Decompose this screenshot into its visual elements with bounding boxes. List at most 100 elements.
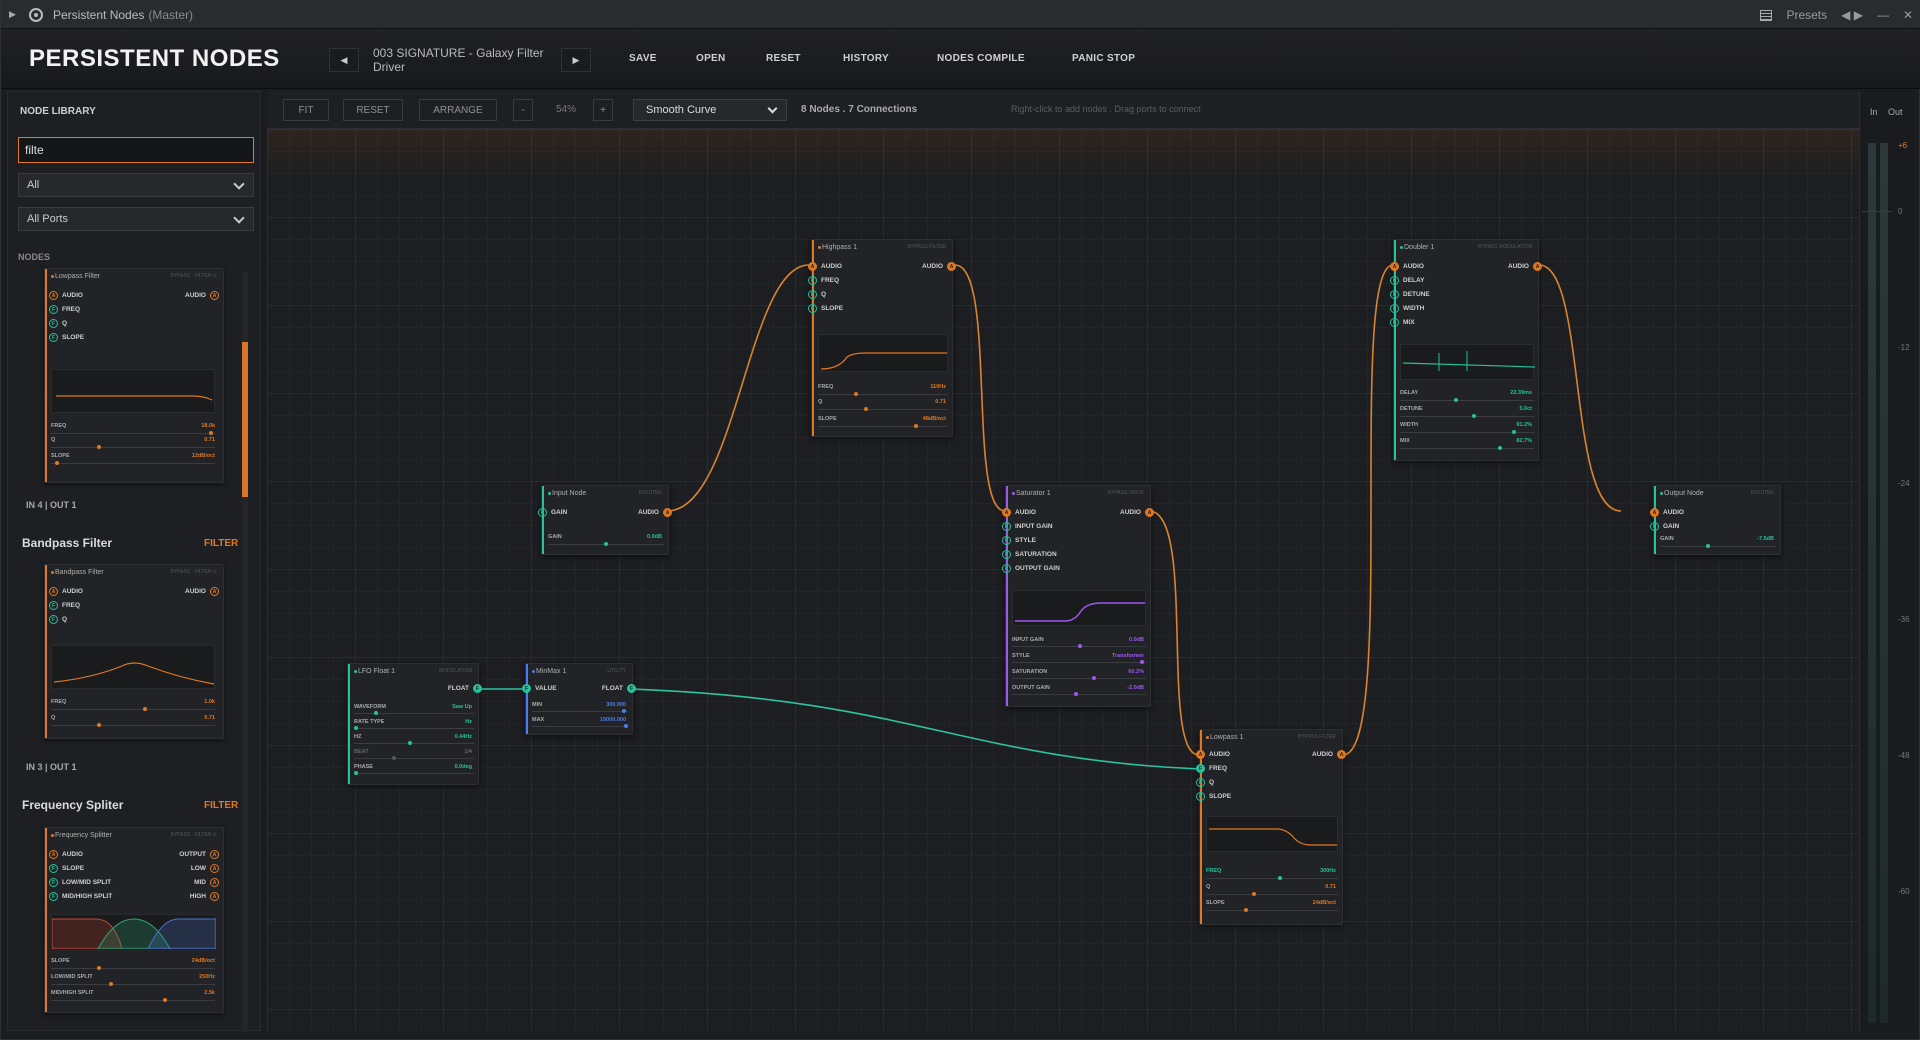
slider-knob[interactable] (1472, 414, 1476, 418)
slider[interactable] (354, 711, 474, 715)
port-float-out[interactable]: FLOAT F (448, 684, 482, 693)
port-slope[interactable]: F SLOPE (49, 864, 84, 873)
ports-dropdown[interactable]: All Ports (18, 207, 254, 231)
float-port-icon[interactable]: F (49, 892, 58, 901)
slider[interactable] (1400, 430, 1534, 434)
audio-port-icon[interactable]: A (1196, 750, 1205, 759)
float-port-icon[interactable]: F (49, 615, 58, 624)
slider-knob[interactable] (622, 709, 626, 713)
port-freq[interactable]: F FREQ (49, 601, 80, 610)
audio-port-icon[interactable]: A (1002, 508, 1011, 517)
reset-view-button[interactable]: RESET (343, 99, 403, 121)
slider-knob[interactable] (864, 407, 868, 411)
slider-knob[interactable] (1706, 544, 1710, 548)
slider-knob[interactable] (354, 726, 358, 730)
port-audio-in[interactable]: A AUDIO (808, 262, 842, 271)
slider[interactable] (818, 407, 948, 411)
float-port-icon[interactable]: F (1196, 792, 1205, 801)
slider[interactable] (1400, 446, 1534, 450)
slider[interactable] (548, 542, 664, 546)
slider[interactable] (354, 741, 474, 745)
slider-knob[interactable] (914, 424, 918, 428)
port-style[interactable]: F STYLE (1002, 536, 1036, 545)
node-output[interactable]: Output Node ROUTING A AUDIO F GAIN GAIN -7… (1650, 485, 1781, 555)
slider-knob[interactable] (604, 542, 608, 546)
slider-knob[interactable] (408, 741, 412, 745)
slider[interactable] (532, 709, 628, 713)
audio-port-icon[interactable]: A (49, 850, 58, 859)
node-canvas[interactable]: Highpass 1 BYPASS FILTER A AUDIO F FREQ FQ… (267, 129, 1859, 1031)
slider[interactable] (51, 998, 215, 1002)
audio-port-icon[interactable]: A (1145, 508, 1154, 517)
audio-port-icon[interactable]: A (210, 878, 219, 887)
float-port-icon[interactable]: F (522, 684, 531, 693)
audio-port-icon[interactable]: A (210, 850, 219, 859)
float-port-icon[interactable]: F (1390, 304, 1399, 313)
slider[interactable] (51, 982, 215, 986)
nodes-compile-button[interactable]: NODES COMPILE (937, 53, 1025, 64)
slider-knob[interactable] (1078, 644, 1082, 648)
float-port-icon[interactable]: F (1002, 564, 1011, 573)
slider[interactable] (1400, 398, 1534, 402)
node-highpass[interactable]: Highpass 1 BYPASS FILTER A AUDIO F FREQ FQ… (808, 239, 956, 437)
port-q[interactable]: FQ (1196, 778, 1214, 787)
audio-port-icon[interactable]: A (49, 291, 58, 300)
slider-knob[interactable] (1244, 908, 1248, 912)
float-port-icon[interactable]: F (473, 684, 482, 693)
expand-arrow-icon[interactable]: ▶ (9, 9, 21, 20)
slider[interactable] (354, 771, 474, 775)
library-card-bandpass[interactable]: Bandpass Filter BYPASS · FILTER ⊙ A AUDIO… (44, 564, 224, 739)
slider-knob[interactable] (374, 711, 378, 715)
slider-knob[interactable] (97, 723, 101, 727)
port-mid-high[interactable]: F MID/HIGH SPLIT (49, 892, 112, 901)
port-out-output[interactable]: OUTPUT A (179, 850, 219, 859)
slider-knob[interactable] (97, 966, 101, 970)
port-value-in[interactable]: F VALUE (522, 684, 557, 693)
save-button[interactable]: SAVE (629, 53, 657, 64)
slider-knob[interactable] (1498, 446, 1502, 450)
port-out-audio[interactable]: AUDIO A (185, 291, 219, 300)
category-dropdown[interactable]: All (18, 173, 254, 197)
slider[interactable] (51, 966, 215, 970)
slider-knob[interactable] (1454, 398, 1458, 402)
port-audio-in[interactable]: A AUDIO (1196, 750, 1230, 759)
float-port-icon[interactable]: F (1390, 318, 1399, 327)
port-audio-out[interactable]: AUDIO A (1120, 508, 1154, 517)
port-input-gain[interactable]: F INPUT GAIN (1002, 522, 1053, 531)
float-port-icon[interactable]: F (1650, 522, 1659, 531)
slider-knob[interactable] (163, 998, 167, 1002)
slider-knob[interactable] (1140, 660, 1144, 664)
float-port-icon[interactable]: F (1002, 522, 1011, 531)
port-slope[interactable]: F SLOPE (1196, 792, 1231, 801)
slider-knob[interactable] (392, 756, 396, 760)
preset-prev-button[interactable]: ◀ (329, 48, 359, 72)
float-port-icon[interactable]: F (1390, 290, 1399, 299)
float-port-icon[interactable]: F (1002, 536, 1011, 545)
port-output-gain[interactable]: F OUTPUT GAIN (1002, 564, 1060, 573)
minimize-icon[interactable]: — (1877, 8, 1889, 22)
port-audio-out[interactable]: AUDIO A (922, 262, 956, 271)
audio-port-icon[interactable]: A (1650, 508, 1659, 517)
float-port-icon[interactable]: F (1002, 550, 1011, 559)
slider[interactable] (51, 707, 215, 711)
slider[interactable] (354, 756, 474, 760)
port-out-high[interactable]: HIGH A (190, 892, 219, 901)
curve-style-dropdown[interactable]: Smooth Curve (633, 99, 787, 121)
node-minmax[interactable]: MinMax 1 UTILITY F VALUE FLOAT F MIN 300.0… (522, 663, 636, 735)
port-audio-in[interactable]: A AUDIO (1002, 508, 1036, 517)
port-mix[interactable]: F MIX (1390, 318, 1415, 327)
audio-port-icon[interactable]: A (210, 291, 219, 300)
slider-knob[interactable] (1252, 892, 1256, 896)
fit-button[interactable]: FIT (283, 99, 329, 121)
slider[interactable] (818, 424, 948, 428)
library-entry-title[interactable]: Frequency Spliter (22, 798, 123, 812)
port-out-mid[interactable]: MID A (194, 878, 219, 887)
search-input[interactable] (18, 137, 254, 163)
port-freq[interactable]: F FREQ (808, 276, 839, 285)
node-input[interactable]: Input Node ROUTING F GAIN AUDIO A GAIN 0.0… (538, 485, 672, 555)
port-q[interactable]: FQ (49, 615, 67, 624)
float-port-icon[interactable]: F (49, 878, 58, 887)
presets-label[interactable]: Presets (1786, 8, 1827, 22)
port-q[interactable]: FQ (808, 290, 826, 299)
port-gain[interactable]: F GAIN (538, 508, 567, 517)
